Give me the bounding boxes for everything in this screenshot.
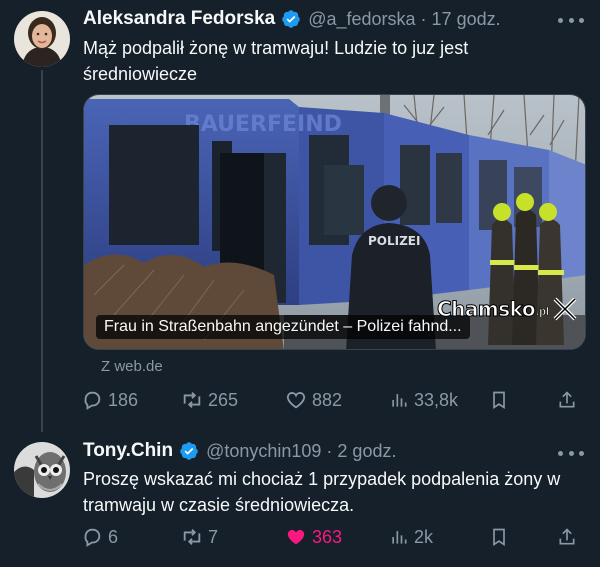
verified-badge-icon	[179, 441, 199, 461]
reply-count: 186	[108, 389, 139, 410]
tweet-text: Mąż podpalił żonę w tramwaju! Ludzie to …	[83, 38, 469, 84]
repost-button[interactable]: 7	[181, 526, 285, 548]
bookmark-button[interactable]	[489, 390, 557, 410]
views-button[interactable]: 33,8k	[389, 390, 489, 411]
card-caption: Frau in Straßenbahn angezündet – Polizei…	[96, 315, 470, 339]
bookmark-icon	[493, 391, 505, 410]
separator-dot: ·	[420, 8, 427, 29]
tweet-text: Proszę wskazać mi chociaż 1 przypadek po…	[83, 469, 561, 515]
like-button[interactable]: 363	[285, 526, 389, 548]
like-count: 882	[312, 389, 343, 410]
views-button[interactable]: 2k	[389, 527, 489, 548]
repost-icon	[183, 392, 201, 408]
verified-badge-icon	[281, 9, 301, 29]
avatar[interactable]	[14, 11, 70, 67]
share-button[interactable]	[557, 527, 577, 547]
watermark-logo: Chamsko .pl	[436, 295, 579, 323]
like-icon	[286, 392, 306, 409]
repost-icon	[183, 529, 201, 545]
police-lettering: POLIZEI	[368, 234, 420, 248]
thread-connector-line	[41, 70, 43, 432]
tram-lettering: BAUERFEIND	[184, 112, 342, 137]
avatar[interactable]	[14, 442, 70, 498]
reply-count: 6	[108, 526, 119, 547]
like-button[interactable]: 882	[285, 389, 389, 411]
link-card[interactable]: BAUERFEIND POLIZEI Frau in Straßenbahn a…	[83, 94, 586, 350]
x-logo-icon	[553, 297, 577, 321]
share-icon	[559, 391, 575, 408]
author-name[interactable]: Tony.Chin	[83, 440, 173, 462]
watermark-suffix: .pl	[536, 306, 549, 319]
like-icon	[287, 529, 305, 545]
bookmark-icon	[493, 528, 505, 547]
tweet-actions: 186 265 882 33,8k	[81, 389, 584, 411]
tweet-timestamp[interactable]: 2 godz.	[337, 441, 396, 462]
author-handle[interactable]: @a_fedorska	[308, 9, 415, 30]
share-icon	[559, 528, 575, 545]
more-icon[interactable]	[558, 446, 584, 460]
reply-icon	[84, 528, 101, 547]
views-count: 2k	[414, 526, 434, 547]
bookmark-button[interactable]	[489, 527, 557, 547]
tweet-header: Tony.Chin @tonychin109 · 2 godz.	[83, 440, 396, 462]
author-handle[interactable]: @tonychin109	[206, 441, 321, 462]
author-name[interactable]: Aleksandra Fedorska	[83, 8, 275, 30]
reply-button[interactable]: 6	[81, 526, 181, 548]
tweet-timestamp[interactable]: 17 godz.	[432, 9, 501, 30]
tweet-actions: 6 7 363 2k	[81, 526, 584, 548]
tweet-header: Aleksandra Fedorska @a_fedorska · 17 god…	[83, 8, 501, 30]
repost-count: 265	[208, 389, 239, 410]
watermark-text: Chamsko	[436, 297, 536, 322]
views-count: 33,8k	[414, 389, 459, 410]
reply-icon	[84, 391, 101, 410]
repost-button[interactable]: 265	[181, 389, 285, 411]
reply-button[interactable]: 186	[81, 389, 181, 411]
share-button[interactable]	[557, 390, 577, 410]
views-icon	[392, 531, 407, 544]
repost-count: 7	[208, 526, 219, 547]
separator-dot: ·	[326, 440, 333, 461]
link-source[interactable]: Z web.de	[101, 358, 163, 375]
views-icon	[392, 394, 407, 407]
more-icon[interactable]	[558, 13, 584, 27]
like-count: 363	[312, 526, 343, 547]
